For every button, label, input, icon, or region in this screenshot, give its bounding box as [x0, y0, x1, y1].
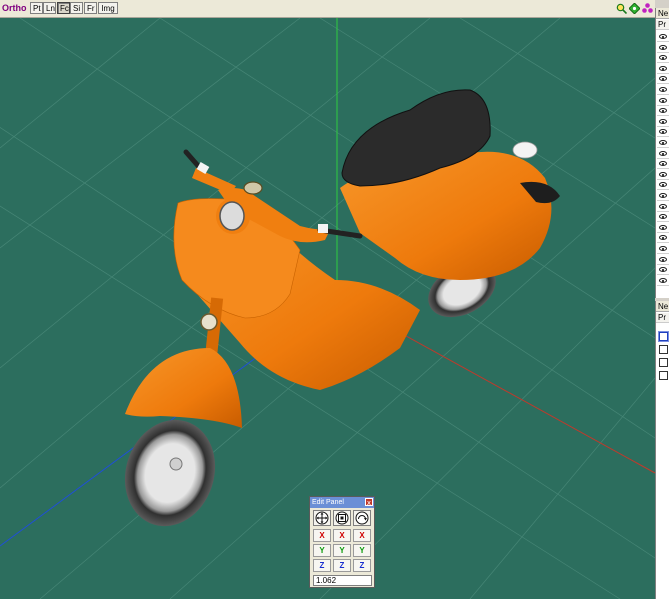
axis-x-button-1[interactable]: X — [313, 529, 331, 542]
view-toolbar: Ortho Pt Ln Fc Si Fr Img — [0, 0, 655, 18]
view-mode-label[interactable]: Ortho — [2, 3, 27, 13]
eye-icon[interactable] — [659, 108, 667, 114]
points-button[interactable]: Pt — [30, 2, 43, 14]
object-list-row[interactable] — [657, 74, 669, 85]
axis-z-button-1[interactable]: Z — [313, 559, 331, 572]
property-checkbox[interactable] — [659, 371, 668, 380]
value-field[interactable]: 1.062 — [313, 575, 372, 586]
scale-tool-button[interactable] — [333, 510, 351, 526]
left-grip — [183, 149, 203, 171]
pan-icon[interactable] — [629, 3, 640, 14]
zoom-icon[interactable] — [616, 3, 627, 14]
eye-icon[interactable] — [659, 34, 667, 39]
eye-icon[interactable] — [659, 182, 667, 188]
axis-z-button-2[interactable]: Z — [333, 559, 351, 572]
object-list-row[interactable] — [657, 170, 669, 180]
eye-icon[interactable] — [659, 235, 667, 241]
rotate-tool-button[interactable] — [353, 510, 371, 526]
axis-y-button-2[interactable]: Y — [333, 544, 351, 557]
axis-y-button-1[interactable]: Y — [313, 544, 331, 557]
rotate-tool-icon — [355, 511, 369, 525]
object-list-row[interactable] — [657, 106, 669, 117]
close-icon[interactable]: x — [365, 498, 373, 507]
object-list-row[interactable] — [657, 53, 669, 64]
object-list-row[interactable] — [657, 64, 669, 74]
object-list-row[interactable] — [657, 255, 669, 265]
object-list-row[interactable] — [657, 276, 669, 286]
eye-icon[interactable] — [659, 129, 667, 135]
axis-y-button-3[interactable]: Y — [353, 544, 371, 557]
tail-light — [512, 141, 538, 159]
eye-icon[interactable] — [659, 97, 667, 103]
object-list-row[interactable] — [657, 32, 669, 42]
object-list-subheader: Pr — [656, 20, 669, 30]
object-list-row[interactable] — [657, 212, 669, 223]
object-list-row[interactable] — [657, 191, 669, 201]
eye-icon[interactable] — [659, 267, 667, 273]
eye-icon[interactable] — [659, 171, 667, 177]
property-checkbox[interactable] — [659, 345, 668, 354]
object-list-row[interactable] — [657, 159, 669, 170]
object-list-row[interactable] — [657, 180, 669, 191]
object-list-row[interactable] — [657, 233, 669, 244]
object-list-header: Ne — [656, 8, 669, 19]
axis-z-button-3[interactable]: Z — [353, 559, 371, 572]
property-panel: Ne Pr — [655, 301, 669, 599]
move-tool-button[interactable] — [313, 510, 331, 526]
eye-icon[interactable] — [659, 65, 667, 71]
image-button[interactable]: Img — [98, 2, 118, 14]
horn-badge — [200, 313, 218, 331]
scale-tool-icon — [335, 511, 349, 525]
modeler-app: Ortho Pt Ln Fc Si Fr Img Ne Pr Ne Pr Edi… — [0, 0, 669, 599]
axis-x-button-2[interactable]: X — [333, 529, 351, 542]
scooter-model[interactable] — [111, 89, 560, 538]
eye-icon[interactable] — [659, 55, 667, 61]
object-list-row[interactable] — [657, 127, 669, 138]
eye-icon[interactable] — [659, 118, 667, 124]
frame-button[interactable]: Fr — [84, 2, 97, 14]
eye-icon[interactable] — [659, 203, 667, 209]
object-list-row[interactable] — [657, 138, 669, 148]
eye-icon[interactable] — [659, 277, 667, 283]
eye-icon[interactable] — [659, 44, 667, 50]
eye-icon[interactable] — [659, 87, 667, 92]
eye-icon[interactable] — [659, 161, 667, 167]
eye-icon[interactable] — [659, 224, 667, 230]
eye-icon[interactable] — [659, 76, 667, 82]
object-list-row[interactable] — [657, 43, 669, 53]
object-list-panel: Ne Pr — [655, 8, 669, 298]
silhouette-button[interactable]: Si — [70, 2, 83, 14]
eye-icon[interactable] — [659, 140, 667, 145]
lines-button[interactable]: Ln — [43, 2, 56, 14]
eye-icon[interactable] — [659, 193, 667, 198]
axis-x-button-3[interactable]: X — [353, 529, 371, 542]
object-list-row[interactable] — [657, 149, 669, 159]
property-panel-subheader: Pr — [656, 313, 669, 323]
property-checkbox[interactable] — [659, 358, 668, 367]
front-wheel — [124, 419, 216, 527]
front-fender — [125, 348, 242, 428]
object-list-row[interactable] — [657, 117, 669, 127]
property-panel-header: Ne — [656, 301, 669, 312]
move-tool-icon — [315, 511, 329, 525]
faces-button[interactable]: Fc — [57, 2, 70, 14]
object-list-row[interactable] — [657, 244, 669, 254]
headlight — [219, 201, 245, 231]
object-list-row[interactable] — [657, 223, 669, 233]
eye-icon[interactable] — [659, 214, 667, 220]
speedometer — [243, 181, 263, 195]
edit-panel: Edit Panel x X X X Y Y Y Z Z Z 1.062 — [309, 496, 375, 588]
property-checkbox[interactable] — [659, 332, 668, 341]
object-list-row[interactable] — [657, 265, 669, 276]
eye-icon[interactable] — [659, 256, 667, 262]
object-list-row[interactable] — [657, 202, 669, 212]
orbit-icon[interactable] — [642, 3, 653, 14]
eye-icon[interactable] — [659, 150, 667, 156]
eye-icon[interactable] — [659, 246, 667, 251]
object-list-row[interactable] — [657, 96, 669, 106]
object-list-row[interactable] — [657, 85, 669, 95]
